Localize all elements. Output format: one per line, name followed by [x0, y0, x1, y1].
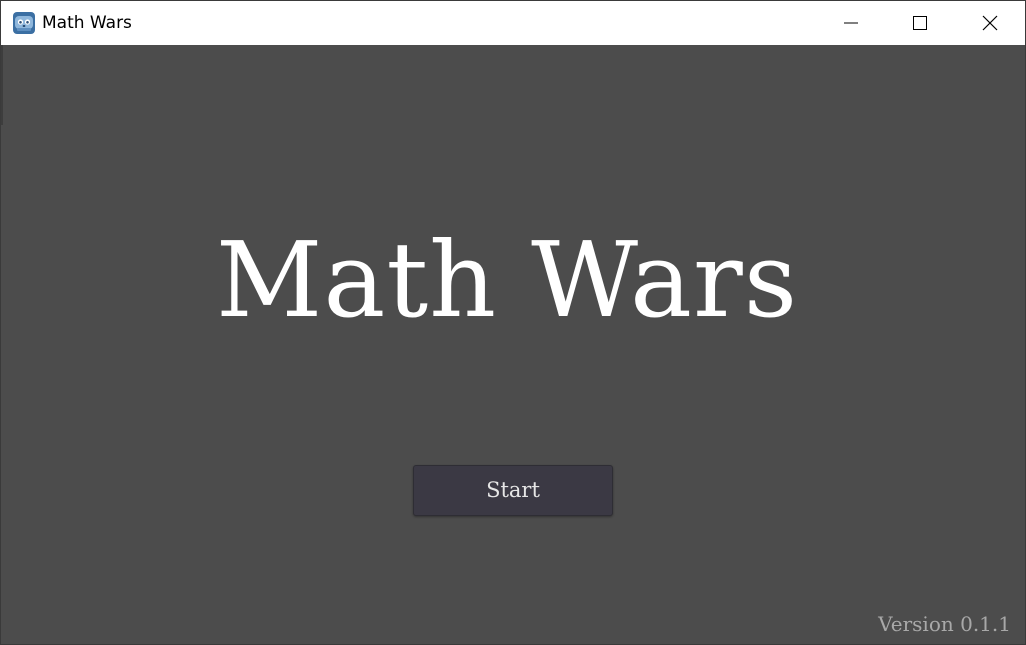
minimize-button[interactable]	[817, 1, 885, 45]
game-title: Math Wars	[215, 219, 799, 341]
close-button[interactable]	[956, 1, 1024, 45]
start-button[interactable]: Start	[413, 465, 613, 516]
minimize-icon	[844, 22, 858, 24]
maximize-icon	[913, 16, 927, 30]
maximize-button[interactable]	[886, 1, 954, 45]
godot-icon	[12, 11, 36, 35]
version-label: Version 0.1.1	[878, 612, 1011, 636]
title-bar[interactable]: Math Wars	[1, 1, 1025, 45]
window-title: Math Wars	[42, 13, 132, 33]
close-icon	[982, 15, 998, 31]
game-viewport: Math Wars Start Version 0.1.1	[1, 45, 1025, 644]
app-window: Math Wars Math Wars Start Version 0.1.1	[0, 0, 1026, 645]
viewport-edge	[1, 45, 3, 125]
